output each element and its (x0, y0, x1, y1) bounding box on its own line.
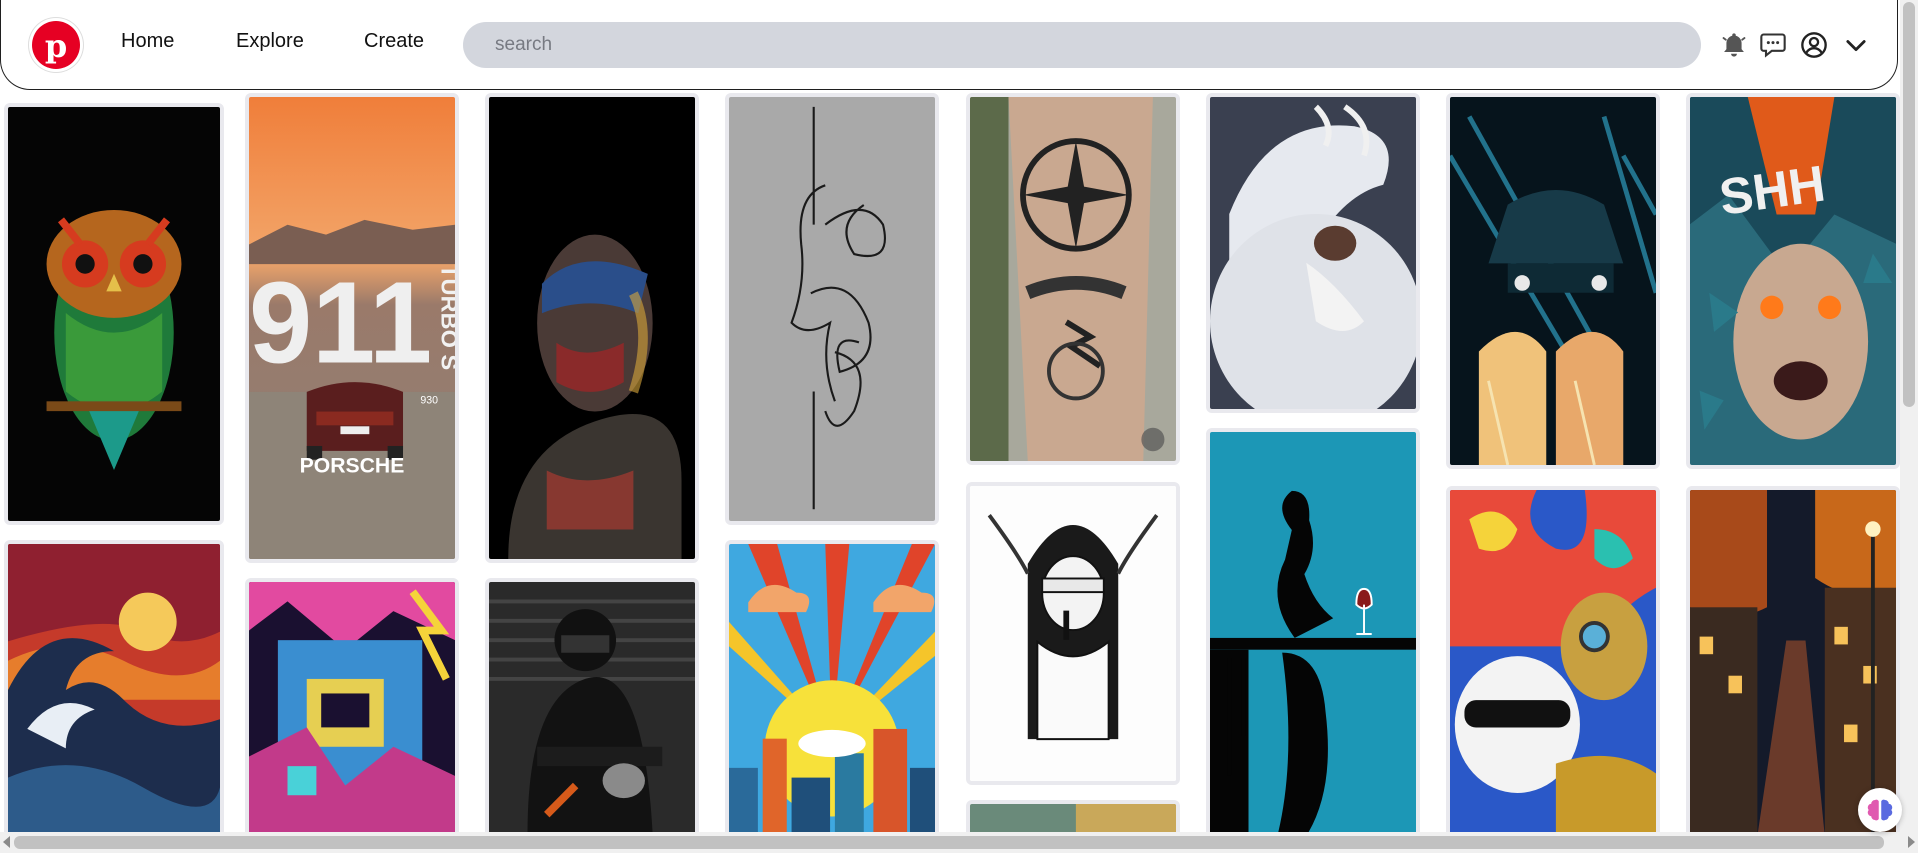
pop-city-image (729, 544, 935, 832)
robot-city-image (249, 582, 455, 832)
bell-icon[interactable] (1720, 31, 1748, 59)
pin-line-face[interactable] (725, 93, 939, 525)
pin-painted-face[interactable] (485, 93, 699, 563)
nav-create-link[interactable]: Create (364, 30, 424, 53)
profile-icon[interactable] (1800, 31, 1828, 59)
top-nav-bar: p Home Explore Create (0, 0, 1898, 90)
pin-nun[interactable] (966, 482, 1180, 785)
horizontal-scrollbar[interactable] (0, 832, 1918, 853)
bottom-strip-image (970, 804, 1176, 832)
pin-tattoo-arm[interactable] (966, 93, 1180, 465)
pin-wave-sunset[interactable] (4, 540, 224, 832)
assistant-brain-icon[interactable] (1858, 788, 1902, 832)
porsche-turbo-text: TURBO S (437, 264, 455, 370)
line-face-image (729, 97, 935, 521)
motorcyclist-image (489, 582, 695, 832)
wave-sunset-image (8, 544, 220, 832)
pin-robot-city[interactable] (245, 578, 459, 832)
nav-home-link[interactable]: Home (121, 30, 174, 53)
skulls-image (1450, 490, 1656, 832)
porsche-name-text: PORSCHE (300, 453, 405, 477)
chevron-down-icon[interactable] (1842, 31, 1870, 59)
nun-image (970, 486, 1176, 781)
pin-dragon[interactable] (1206, 93, 1420, 413)
scroll-right-arrow-icon[interactable] (1908, 836, 1915, 848)
pin-porsche-911[interactable]: 911 TURBO S 930 PORSCHE (245, 93, 459, 563)
pin-owl[interactable] (4, 103, 224, 525)
pin-grid: 911 TURBO S 930 PORSCHE (0, 0, 1900, 832)
pin-night-street[interactable] (1686, 486, 1900, 832)
teal-car-image (1450, 97, 1656, 465)
nav-explore-link[interactable]: Explore (236, 30, 304, 53)
porsche-image: 911 TURBO S 930 PORSCHE (249, 97, 455, 559)
porsche-911-text: 911 (249, 258, 432, 387)
logo-letter: p (44, 27, 68, 65)
pinterest-logo[interactable]: p (32, 21, 80, 69)
pin-skulls[interactable] (1446, 486, 1660, 832)
pin-teal-car[interactable] (1446, 93, 1660, 469)
vertical-scroll-thumb[interactable] (1903, 2, 1915, 407)
pin-pop-city[interactable] (725, 540, 939, 832)
pin-wine-silhouette[interactable] (1206, 428, 1420, 832)
pin-shattered-face[interactable]: SHH (1686, 93, 1900, 469)
painted-face-image (489, 97, 695, 559)
scroll-left-arrow-icon[interactable] (3, 836, 10, 848)
night-street-image (1690, 490, 1896, 832)
horizontal-scroll-thumb[interactable] (14, 836, 1884, 849)
tattoo-arm-image (970, 97, 1176, 461)
owl-image (8, 107, 220, 521)
vertical-scrollbar[interactable] (1900, 0, 1918, 832)
dragon-image (1210, 97, 1416, 409)
search-input[interactable] (463, 22, 1701, 68)
chat-icon[interactable] (1759, 31, 1787, 59)
porsche-930-text: 930 (420, 395, 438, 407)
pin-bottom-strip[interactable] (966, 800, 1180, 832)
shattered-face-image: SHH (1690, 97, 1896, 465)
pin-motorcyclist[interactable] (485, 578, 699, 832)
wine-silhouette-image (1210, 432, 1416, 832)
